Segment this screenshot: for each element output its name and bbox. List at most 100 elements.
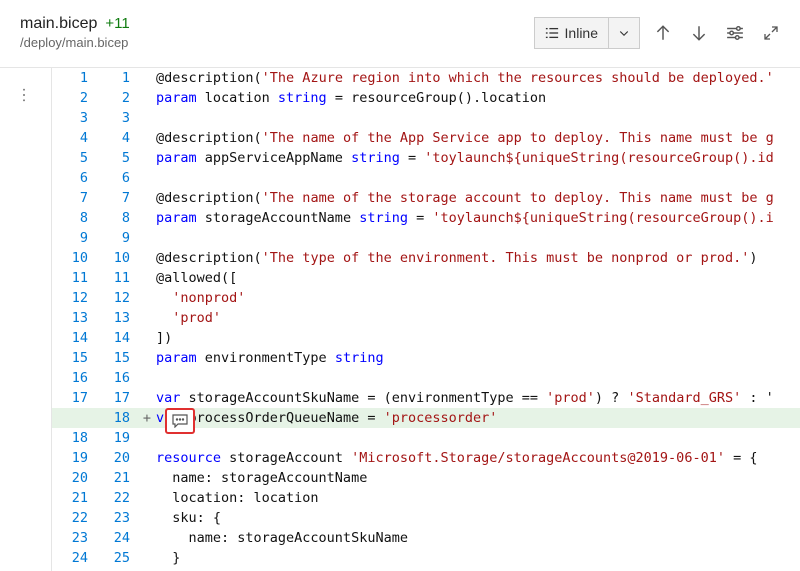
code-line: 2425 }	[52, 548, 800, 568]
code-content: 'prod'	[154, 308, 800, 328]
line-number-old[interactable]: 5	[52, 148, 94, 168]
line-number-new[interactable]: 7	[94, 188, 140, 208]
code-line: 2223 sku: {	[52, 508, 800, 528]
more-actions-icon[interactable]: ⋯	[18, 87, 34, 105]
list-icon	[545, 26, 559, 40]
code-content: resource storageAccount 'Microsoft.Stora…	[154, 448, 800, 468]
diff-sign	[140, 388, 154, 408]
fullscreen-button[interactable]	[758, 20, 784, 46]
line-number-old[interactable]: 3	[52, 108, 94, 128]
diff-sign	[140, 188, 154, 208]
line-number-old[interactable]: 15	[52, 348, 94, 368]
line-number-new[interactable]: 16	[94, 368, 140, 388]
line-number-old[interactable]: 13	[52, 308, 94, 328]
line-number-new[interactable]: 2	[94, 88, 140, 108]
line-number-new[interactable]: 14	[94, 328, 140, 348]
code-content: }	[154, 548, 800, 568]
code-content: sku: {	[154, 508, 800, 528]
line-number-old[interactable]: 20	[52, 468, 94, 488]
code-content: param appServiceAppName string = 'toylau…	[154, 148, 800, 168]
code-content: @description('The type of the environmen…	[154, 248, 800, 268]
line-number-old[interactable]: 22	[52, 508, 94, 528]
line-number-old[interactable]: 8	[52, 208, 94, 228]
line-number-new[interactable]: 3	[94, 108, 140, 128]
line-number-old[interactable]: 21	[52, 488, 94, 508]
line-number-old[interactable]: 11	[52, 268, 94, 288]
diff-sign	[140, 308, 154, 328]
line-number-new[interactable]: 9	[94, 228, 140, 248]
add-comment-button[interactable]	[165, 408, 195, 434]
line-number-new[interactable]: 8	[94, 208, 140, 228]
line-number-old[interactable]: 1	[52, 68, 94, 88]
file-path: /deploy/main.bicep	[20, 35, 130, 50]
line-number-old[interactable]: 18	[52, 428, 94, 448]
line-number-new[interactable]: 5	[94, 148, 140, 168]
diff-sign	[140, 428, 154, 448]
chevron-down-icon[interactable]	[609, 18, 639, 48]
line-number-new[interactable]: 4	[94, 128, 140, 148]
code-line: 1920 resource storageAccount 'Microsoft.…	[52, 448, 800, 468]
line-number-new[interactable]: 19	[94, 428, 140, 448]
line-number-new[interactable]: 12	[94, 288, 140, 308]
code-line: 1111 @allowed([	[52, 268, 800, 288]
code-content: param environmentType string	[154, 348, 800, 368]
file-info: main.bicep +11 /deploy/main.bicep	[20, 15, 130, 50]
code-line: 88 param storageAccountName string = 'to…	[52, 208, 800, 228]
line-number-old[interactable]: 16	[52, 368, 94, 388]
line-number-new[interactable]: 1	[94, 68, 140, 88]
line-number-old[interactable]: 4	[52, 128, 94, 148]
line-number-new[interactable]: 21	[94, 468, 140, 488]
diff-sign	[140, 128, 154, 148]
line-number-old[interactable]: 7	[52, 188, 94, 208]
line-number-new[interactable]: 22	[94, 488, 140, 508]
line-number-new[interactable]: 18	[94, 408, 140, 428]
code-line: 99	[52, 228, 800, 248]
code-line: 1212 'nonprod'	[52, 288, 800, 308]
code-line: 1616	[52, 368, 800, 388]
line-number-new[interactable]: 10	[94, 248, 140, 268]
line-number-old[interactable]: 19	[52, 448, 94, 468]
line-number-old[interactable]: 6	[52, 168, 94, 188]
line-number-new[interactable]: 15	[94, 348, 140, 368]
code-line: 33	[52, 108, 800, 128]
diff-toolbar: Inline	[534, 17, 784, 49]
line-number-new[interactable]: 13	[94, 308, 140, 328]
diff-sign	[140, 68, 154, 88]
line-number-new[interactable]: 6	[94, 168, 140, 188]
line-number-old[interactable]: 24	[52, 548, 94, 568]
code-content: ])	[154, 328, 800, 348]
line-number-new[interactable]: 11	[94, 268, 140, 288]
diff-sign	[140, 328, 154, 348]
line-number-new[interactable]: 24	[94, 528, 140, 548]
line-number-old[interactable]: 14	[52, 328, 94, 348]
code-content: @allowed([	[154, 268, 800, 288]
code-content: var storageAccountSkuName = (environment…	[154, 388, 800, 408]
line-number-new[interactable]: 25	[94, 548, 140, 568]
line-number-old[interactable]: 17	[52, 388, 94, 408]
prev-diff-button[interactable]	[650, 20, 676, 46]
diff-sign	[140, 228, 154, 248]
diff-sign	[140, 368, 154, 388]
file-name: main.bicep	[20, 15, 97, 33]
code-line: 2122 location: location	[52, 488, 800, 508]
code-line: 1717 var storageAccountSkuName = (enviro…	[52, 388, 800, 408]
view-mode-label: Inline	[565, 25, 598, 41]
next-diff-button[interactable]	[686, 20, 712, 46]
code-content: @description('The name of the App Servic…	[154, 128, 800, 148]
code-line: 11 @description('The Azure region into w…	[52, 68, 800, 88]
line-number-new[interactable]: 17	[94, 388, 140, 408]
code-line: 1515 param environmentType string	[52, 348, 800, 368]
line-number-old[interactable]: 9	[52, 228, 94, 248]
diff-sign	[140, 268, 154, 288]
line-number-old[interactable]: 10	[52, 248, 94, 268]
diff-sign	[140, 548, 154, 568]
line-number-new[interactable]: 23	[94, 508, 140, 528]
line-number-new[interactable]: 20	[94, 448, 140, 468]
view-mode-dropdown[interactable]: Inline	[534, 17, 640, 49]
line-number-old[interactable]: 12	[52, 288, 94, 308]
line-number-old[interactable]: 2	[52, 88, 94, 108]
diff-sign	[140, 488, 154, 508]
diff-code-area: 11 @description('The Azure region into w…	[52, 68, 800, 571]
settings-button[interactable]	[722, 20, 748, 46]
line-number-old[interactable]: 23	[52, 528, 94, 548]
